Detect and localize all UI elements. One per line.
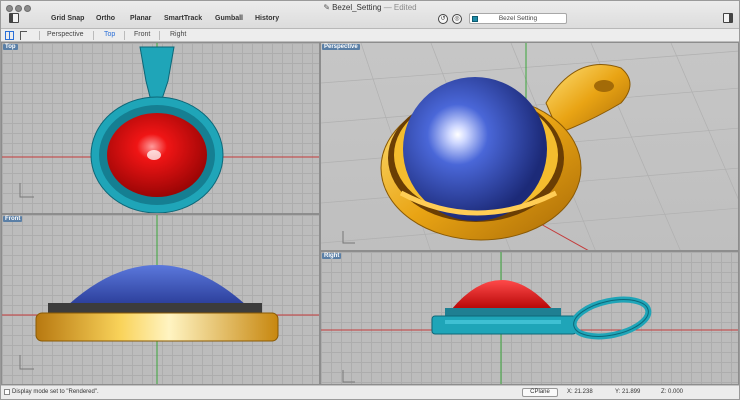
target-icon[interactable]: ◎ [452, 14, 462, 24]
viewport-tab-bar: Perspective Top Front Right [1, 29, 739, 42]
viewport-label-top: Top [3, 44, 18, 50]
smarttrack-button[interactable]: SmartTrack [164, 15, 202, 22]
viewport-right[interactable]: Right [320, 251, 739, 385]
tab-divider [93, 31, 94, 40]
document-icon: ✎ [323, 3, 331, 12]
tab-perspective[interactable]: Perspective [47, 31, 84, 38]
tab-top[interactable]: Top [104, 31, 115, 38]
status-toggle-checkbox[interactable] [4, 389, 10, 395]
single-viewport-layout-icon[interactable] [20, 31, 27, 40]
edited-indicator: — Edited [383, 3, 417, 12]
planar-button[interactable]: Planar [130, 15, 151, 22]
viewport-label-perspective: Perspective [322, 44, 360, 50]
status-message: Display mode set to "Rendered". [12, 389, 99, 395]
history-button[interactable]: History [255, 15, 279, 22]
tab-divider [159, 31, 160, 40]
viewport-label-right: Right [322, 253, 342, 259]
command-field[interactable]: Bezel Setting [469, 13, 567, 24]
tab-divider [124, 31, 125, 40]
y-coordinate: Y: 21.899 [615, 389, 641, 395]
left-sidebar-toggle-icon[interactable] [9, 13, 19, 23]
viewport-label-front: Front [3, 216, 23, 222]
front-view-render [2, 215, 319, 384]
toolbar: ✎ Bezel_Setting — Edited Grid Snap Ortho … [1, 1, 739, 29]
ortho-button[interactable]: Ortho [96, 15, 115, 22]
window-title: ✎ Bezel_Setting — Edited [1, 3, 739, 12]
status-bar: Display mode set to "Rendered". CPlane X… [1, 385, 739, 399]
app-window: ✎ Bezel_Setting — Edited Grid Snap Ortho … [0, 0, 740, 400]
viewport-top[interactable]: Top [1, 42, 320, 214]
document-name: Bezel_Setting [332, 3, 382, 12]
four-viewport-layout-icon[interactable] [5, 31, 14, 40]
right-sidebar-toggle-icon[interactable] [723, 13, 733, 23]
viewport-perspective[interactable]: Perspective [320, 42, 739, 251]
tab-front[interactable]: Front [134, 31, 150, 38]
z-coordinate: Z: 0.000 [661, 389, 684, 395]
tab-divider [39, 31, 40, 40]
tab-right[interactable]: Right [170, 31, 186, 38]
gumball-button[interactable]: Gumball [215, 15, 243, 22]
undo-view-icon[interactable]: ↺ [438, 14, 448, 24]
viewport-front[interactable]: Front [1, 214, 320, 385]
grid-snap-button[interactable]: Grid Snap [51, 15, 84, 22]
command-field-text: Bezel Setting [498, 15, 538, 22]
top-view-render [2, 43, 319, 213]
right-view-render [321, 252, 738, 384]
cplane-dropdown[interactable]: CPlane [522, 388, 558, 397]
x-coordinate: X: 21.238 [567, 389, 593, 395]
perspective-view-render [321, 43, 738, 250]
